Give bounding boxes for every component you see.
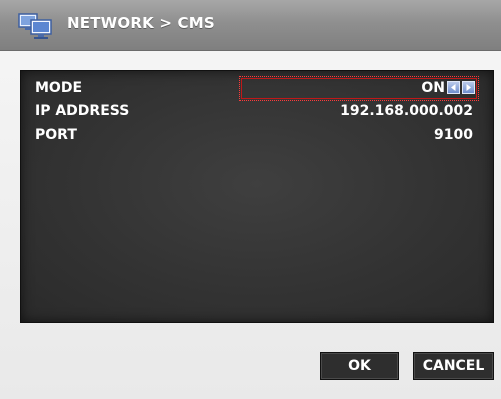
network-computers-icon bbox=[17, 11, 57, 41]
ip-address-value[interactable]: 192.168.000.002 bbox=[340, 103, 473, 119]
settings-panel: MODE ON IP ADDRESS 192.168.000.002 PORT … bbox=[20, 70, 494, 323]
page-title: NETWORK > CMS bbox=[67, 14, 215, 32]
port-value[interactable]: 9100 bbox=[434, 127, 473, 143]
cancel-button[interactable]: CANCEL bbox=[413, 352, 494, 380]
arrow-right-icon[interactable] bbox=[462, 81, 475, 94]
title-bar: NETWORK > CMS bbox=[0, 0, 501, 51]
mode-value[interactable]: ON bbox=[421, 80, 445, 96]
port-label: PORT bbox=[35, 127, 77, 143]
cms-settings-screen: NETWORK > CMS MODE ON IP ADDRESS 192.168… bbox=[0, 0, 501, 399]
ok-button[interactable]: OK bbox=[320, 352, 399, 380]
arrow-left-icon[interactable] bbox=[447, 81, 460, 94]
mode-label: MODE bbox=[35, 80, 83, 96]
ip-address-label: IP ADDRESS bbox=[35, 103, 130, 119]
